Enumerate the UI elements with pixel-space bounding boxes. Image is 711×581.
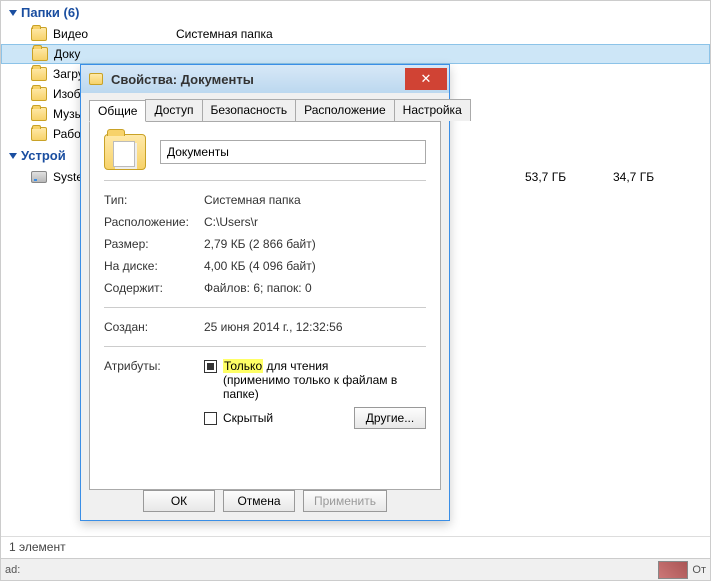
- folder-label: Доку: [54, 47, 80, 61]
- prop-label: Размер:: [104, 237, 204, 251]
- prop-value: Системная папка: [204, 193, 301, 207]
- folder-label: Рабо: [53, 127, 81, 141]
- large-folder-icon: [104, 134, 146, 170]
- prop-value: 4,00 КБ (4 096 байт): [204, 259, 316, 273]
- tab-sharing[interactable]: Доступ: [145, 99, 202, 121]
- tab-location[interactable]: Расположение: [295, 99, 395, 121]
- prop-ondisk: На диске: 4,00 КБ (4 096 байт): [104, 255, 426, 277]
- readonly-row: Только для чтения (применимо только к фа…: [204, 359, 426, 401]
- tab-security[interactable]: Безопасность: [202, 99, 297, 121]
- folder-type: Системная папка: [176, 27, 273, 41]
- taskbar-right-text: От: [692, 564, 706, 576]
- folder-icon: [31, 107, 47, 121]
- attributes-label: Атрибуты:: [104, 359, 204, 435]
- dialog-titlebar[interactable]: Свойства: Документы ✕: [81, 65, 449, 93]
- close-icon: ✕: [421, 71, 432, 87]
- hidden-label: Скрытый: [223, 411, 273, 425]
- drive-icon: [31, 171, 47, 183]
- apply-button[interactable]: Применить: [303, 490, 387, 512]
- folders-section-header[interactable]: Папки (6): [1, 1, 710, 24]
- drive-size-total: 53,7 ГБ: [525, 170, 566, 184]
- prop-contains: Содержит: Файлов: 6; папок: 0: [104, 277, 426, 299]
- prop-value: Файлов: 6; папок: 0: [204, 281, 312, 295]
- devices-header-text: Устрой: [21, 148, 66, 163]
- folder-name-input[interactable]: [160, 140, 426, 164]
- readonly-checkbox[interactable]: [204, 360, 217, 373]
- properties-dialog: Свойства: Документы ✕ Общие Доступ Безоп…: [80, 64, 450, 521]
- prop-label: На диске:: [104, 259, 204, 273]
- other-attributes-button[interactable]: Другие...: [354, 407, 426, 429]
- tab-strip: Общие Доступ Безопасность Расположение Н…: [89, 99, 441, 122]
- taskbar: ad: От: [1, 558, 710, 580]
- hidden-checkbox[interactable]: [204, 412, 217, 425]
- drive-label: Syste: [53, 170, 83, 184]
- tab-customize[interactable]: Настройка: [394, 99, 471, 121]
- divider: [104, 180, 426, 181]
- prop-label: Содержит:: [104, 281, 204, 295]
- prop-size: Размер: 2,79 КБ (2 866 байт): [104, 233, 426, 255]
- taskbar-left-text: ad:: [5, 564, 20, 576]
- prop-value: C:\Users\r: [204, 215, 258, 229]
- folder-icon: [31, 127, 47, 141]
- readonly-label: Только для чтения: [223, 359, 328, 373]
- folder-icon: [32, 47, 48, 61]
- readonly-note: (применимо только к файлам в папке): [223, 373, 397, 401]
- folder-row-video[interactable]: Видео Системная папка: [1, 24, 710, 44]
- prop-label: Расположение:: [104, 215, 204, 229]
- folder-row-documents[interactable]: Доку: [1, 44, 710, 64]
- dialog-title: Свойства: Документы: [111, 72, 254, 87]
- folder-icon: [31, 87, 47, 101]
- folder-icon: [89, 73, 103, 85]
- prop-value: 25 июня 2014 г., 12:32:56: [204, 320, 343, 334]
- cancel-button[interactable]: Отмена: [223, 490, 295, 512]
- drive-size-free: 34,7 ГБ: [613, 170, 654, 184]
- taskbar-thumbnail[interactable]: [658, 561, 688, 579]
- ok-button[interactable]: ОК: [143, 490, 215, 512]
- folder-label: Видео: [53, 27, 88, 41]
- tab-content-general: Тип: Системная папка Расположение: C:\Us…: [89, 122, 441, 490]
- prop-type: Тип: Системная папка: [104, 189, 426, 211]
- folder-icon: [31, 27, 47, 41]
- status-text: 1 элемент: [9, 540, 66, 554]
- folder-icon: [31, 67, 47, 81]
- caret-down-icon: [9, 10, 17, 16]
- folder-label: Изоб: [53, 87, 81, 101]
- prop-label: Тип:: [104, 193, 204, 207]
- divider: [104, 346, 426, 347]
- close-button[interactable]: ✕: [405, 68, 447, 90]
- caret-down-icon: [9, 153, 17, 159]
- status-bar: 1 элемент: [1, 536, 710, 558]
- prop-value: 2,79 КБ (2 866 байт): [204, 237, 316, 251]
- hidden-row: Скрытый Другие...: [204, 407, 426, 429]
- divider: [104, 307, 426, 308]
- folders-header-text: Папки (6): [21, 5, 79, 20]
- folder-label: Музы: [53, 107, 83, 121]
- prop-label: Создан:: [104, 320, 204, 334]
- dialog-button-row: ОК Отмена Применить: [81, 490, 449, 512]
- prop-location: Расположение: C:\Users\r: [104, 211, 426, 233]
- tab-general[interactable]: Общие: [89, 100, 146, 122]
- prop-created: Создан: 25 июня 2014 г., 12:32:56: [104, 316, 426, 338]
